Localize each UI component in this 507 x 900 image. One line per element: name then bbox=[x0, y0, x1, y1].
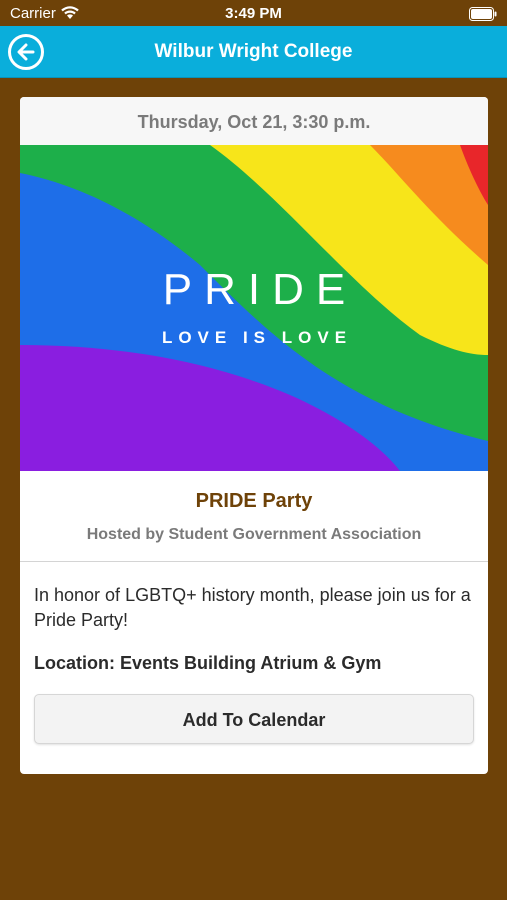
banner-title: PRIDE bbox=[162, 265, 358, 314]
event-description: In honor of LGBTQ+ history month, please… bbox=[34, 585, 471, 630]
nav-title: Wilbur Wright College bbox=[154, 41, 353, 62]
status-time: 3:49 PM bbox=[225, 5, 282, 22]
nav-bar: Wilbur Wright College bbox=[0, 26, 507, 78]
event-card: Thursday, Oct 21, 3:30 p.m. PRIDE LOVE I… bbox=[20, 97, 488, 774]
add-to-calendar-button[interactable]: Add To Calendar bbox=[34, 694, 474, 744]
event-banner-image: PRIDE LOVE IS LOVE bbox=[20, 145, 488, 471]
event-location: Location: Events Building Atrium & Gym bbox=[34, 653, 382, 673]
battery-icon bbox=[469, 7, 497, 21]
event-title: PRIDE Party bbox=[195, 490, 313, 512]
divider bbox=[20, 561, 488, 562]
event-host: Hosted by Student Government Association bbox=[86, 526, 422, 543]
event-date: Thursday, Oct 21, 3:30 p.m. bbox=[20, 97, 488, 145]
status-bar: Carrier 3:49 PM bbox=[0, 0, 507, 26]
banner-subtitle: LOVE IS LOVE bbox=[161, 328, 353, 347]
